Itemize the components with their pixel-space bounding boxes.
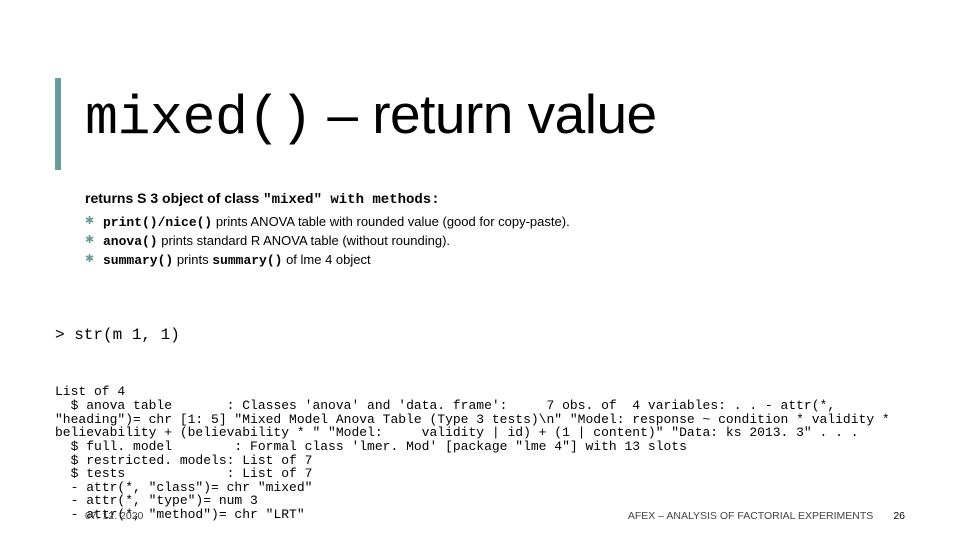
bullet-text: prints standard R ANOVA table (without r… [158,233,450,248]
code-call: > str(m 1, 1) [55,327,905,344]
title-rest: – return value [313,83,657,145]
bullet-item: anova() prints standard R ANOVA table (w… [85,233,905,250]
bullet-code-2: summary() [212,253,282,268]
bullet-code: anova() [103,234,158,249]
content-block: returns S 3 object of class "mixed" with… [85,190,905,271]
bullet-code: print()/nice() [103,215,212,230]
bullet-item: print()/nice() prints ANOVA table with r… [85,214,905,231]
footer: 07. 12. 2020 AFEX – ANALYSIS OF FACTORIA… [85,510,905,522]
intro-line: returns S 3 object of class "mixed" with… [85,190,905,210]
slide-title: mixed() – return value [85,82,657,150]
accent-bar [55,78,61,170]
code-block: > str(m 1, 1) List of 4 $ anova table : … [55,300,905,540]
footer-date: 07. 12. 2020 [85,510,143,522]
bullet-text: prints ANOVA table with rounded value (g… [212,214,569,229]
bullet-item: summary() prints summary() of lme 4 obje… [85,252,905,269]
intro-code: "mixed" with methods: [263,192,439,208]
footer-page: 26 [893,510,905,522]
bullet-text-post: of lme 4 object [282,252,370,267]
code-output: List of 4 $ anova table : Classes 'anova… [55,385,905,521]
bullet-code: summary() [103,253,173,268]
slide: mixed() – return value returns S 3 objec… [0,0,960,540]
intro-prefix: returns S 3 object of class [85,190,263,206]
bullet-text: prints [173,252,212,267]
bullet-list: print()/nice() prints ANOVA table with r… [85,214,905,270]
title-code: mixed() [85,87,313,150]
footer-label: AFEX – ANALYSIS OF FACTORIAL EXPERIMENTS [628,510,873,522]
